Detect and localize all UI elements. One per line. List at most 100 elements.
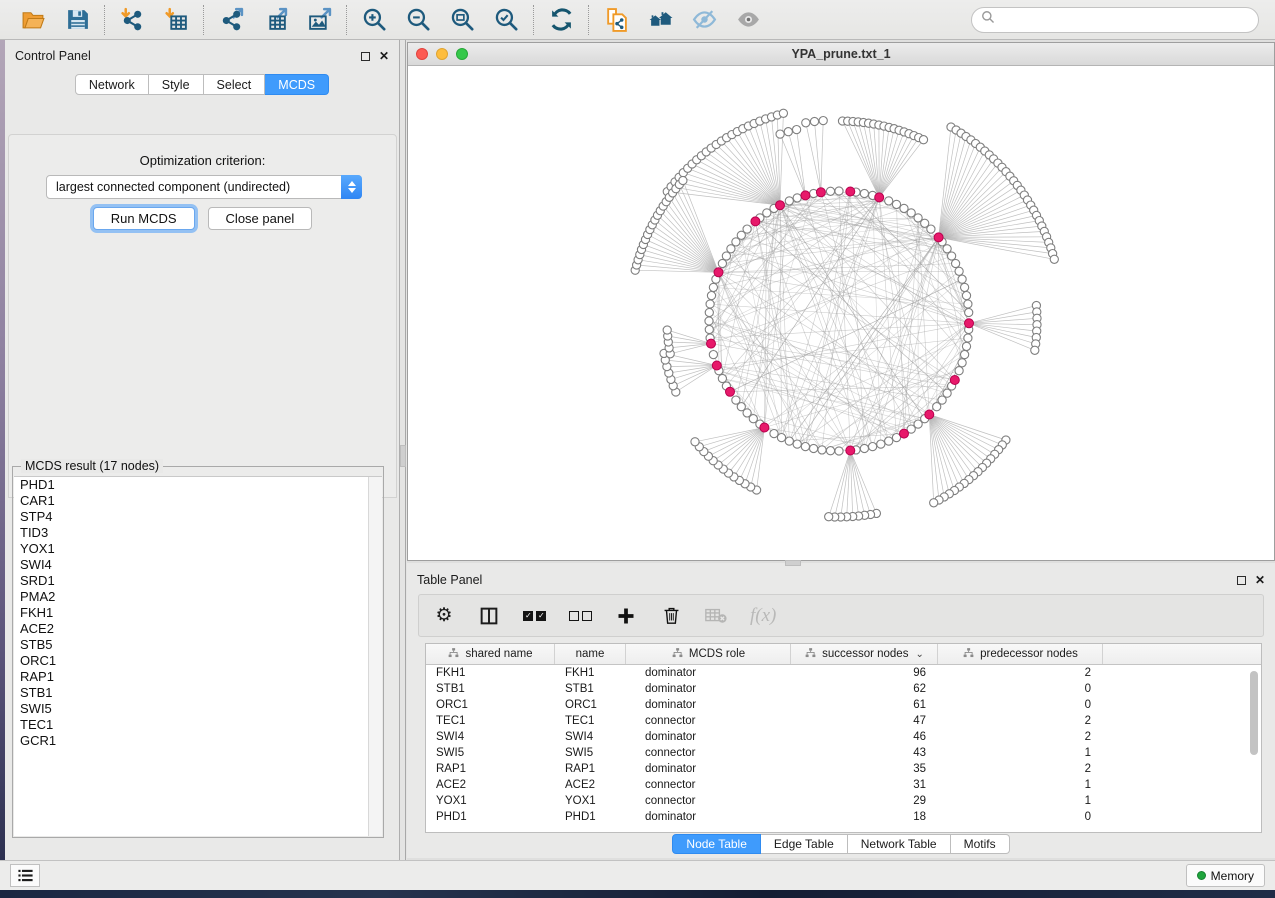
mcds-result-item[interactable]: TID3: [14, 525, 382, 541]
table-tabs: Node TableEdge TableNetwork TableMotifs: [407, 834, 1275, 854]
close-panel-icon[interactable]: ✕: [379, 51, 389, 61]
refresh-view-icon[interactable]: [547, 6, 575, 34]
column-header-shared-name[interactable]: shared name: [426, 644, 555, 664]
show-all-icon[interactable]: [734, 6, 762, 34]
float-table-panel-icon[interactable]: [1237, 576, 1246, 585]
close-window-icon[interactable]: [416, 48, 428, 60]
memory-button[interactable]: Memory: [1186, 864, 1265, 887]
node-table: shared namenameMCDS rolesuccessor nodes⌄…: [425, 643, 1262, 833]
tab-network[interactable]: Network: [75, 74, 149, 95]
network-window-titlebar[interactable]: YPA_prune.txt_1: [408, 43, 1274, 66]
mcds-result-item[interactable]: YOX1: [14, 541, 382, 557]
export-table-icon[interactable]: [261, 6, 289, 34]
table-row[interactable]: RAP1RAP1dominator352: [426, 761, 1261, 777]
cell-predecessor_nodes: 1: [938, 745, 1103, 761]
network-graph[interactable]: [408, 66, 1274, 560]
table-row[interactable]: SWI5SWI5connector431: [426, 745, 1261, 761]
deselect-all-icon[interactable]: [569, 604, 592, 628]
duplicate-network-icon[interactable]: [602, 6, 630, 34]
select-all-icon[interactable]: [523, 604, 546, 628]
cell-name: ORC1: [555, 697, 626, 713]
table-row[interactable]: ORC1ORC1dominator610: [426, 697, 1261, 713]
column-header-name[interactable]: name: [555, 644, 626, 664]
import-table-icon[interactable]: [162, 6, 190, 34]
mcds-result-item[interactable]: TEC1: [14, 717, 382, 733]
splitter-grip[interactable]: [400, 445, 406, 467]
table-panel-resize-grip[interactable]: [785, 560, 801, 566]
table-row[interactable]: SWI4SWI4dominator462: [426, 729, 1261, 745]
table-scrollbar[interactable]: [1248, 669, 1260, 829]
vertical-splitter[interactable]: [400, 40, 407, 860]
mcds-result-item[interactable]: ORC1: [14, 653, 382, 669]
minimize-window-icon[interactable]: [436, 48, 448, 60]
table-row[interactable]: PHD1PHD1dominator180: [426, 809, 1261, 825]
tab-motifs[interactable]: Motifs: [951, 834, 1010, 854]
table-scrollbar-thumb[interactable]: [1250, 671, 1258, 755]
export-network-icon[interactable]: [217, 6, 245, 34]
mcds-result-item[interactable]: FKH1: [14, 605, 382, 621]
mcds-list-scrollbar[interactable]: [368, 477, 382, 836]
import-network-icon[interactable]: [118, 6, 146, 34]
mcds-result-item[interactable]: SRD1: [14, 573, 382, 589]
tab-edge-table[interactable]: Edge Table: [761, 834, 848, 854]
mcds-result-item[interactable]: GCR1: [14, 733, 382, 749]
mcds-result-item[interactable]: PHD1: [14, 477, 382, 493]
network-canvas[interactable]: [408, 66, 1274, 560]
table-row[interactable]: STB1STB1dominator620: [426, 681, 1261, 697]
search-icon: [981, 10, 995, 29]
cell-name: TEC1: [555, 713, 626, 729]
maximize-window-icon[interactable]: [456, 48, 468, 60]
mcds-result-item[interactable]: RAP1: [14, 669, 382, 685]
float-panel-icon[interactable]: [361, 52, 370, 61]
first-neighbors-icon[interactable]: [646, 6, 674, 34]
cell-predecessor_nodes: 2: [938, 713, 1103, 729]
cell-successor_nodes: 61: [791, 697, 938, 713]
tab-node-table[interactable]: Node Table: [672, 834, 761, 854]
close-panel-button[interactable]: Close panel: [208, 207, 313, 230]
mcds-result-item[interactable]: ACE2: [14, 621, 382, 637]
table-mode-icon[interactable]: ⚙: [433, 604, 455, 628]
optimization-criterion-label: Optimization criterion:: [9, 153, 396, 168]
mcds-result-list[interactable]: PHD1CAR1STP4TID3YOX1SWI4SRD1PMA2FKH1ACE2…: [14, 476, 382, 836]
create-column-icon[interactable]: [615, 604, 637, 628]
zoom-out-icon[interactable]: [404, 6, 432, 34]
mcds-result-item[interactable]: STB5: [14, 637, 382, 653]
column-header-predecessor-nodes[interactable]: predecessor nodes: [938, 644, 1103, 664]
export-image-icon[interactable]: [305, 6, 333, 34]
column-header-MCDS-role[interactable]: MCDS role: [626, 644, 791, 664]
network-column-icon: [447, 647, 460, 662]
mcds-result-item[interactable]: CAR1: [14, 493, 382, 509]
save-session-icon[interactable]: [63, 6, 91, 34]
cell-successor_nodes: 18: [791, 809, 938, 825]
zoom-in-icon[interactable]: [360, 6, 388, 34]
table-row[interactable]: FKH1FKH1dominator962: [426, 665, 1261, 681]
delete-column-icon[interactable]: [660, 604, 682, 628]
table-row[interactable]: TEC1TEC1connector472: [426, 713, 1261, 729]
table-row[interactable]: YOX1YOX1connector291: [426, 793, 1261, 809]
show-columns-icon[interactable]: [478, 604, 500, 628]
search-box[interactable]: [971, 7, 1259, 33]
tab-style[interactable]: Style: [149, 74, 204, 95]
search-input[interactable]: [1001, 13, 1249, 27]
tab-network-table[interactable]: Network Table: [848, 834, 951, 854]
tab-mcds[interactable]: MCDS: [265, 74, 329, 95]
cell-mcds_role: connector: [626, 793, 791, 809]
table-row[interactable]: ACE2ACE2connector311: [426, 777, 1261, 793]
mcds-result-item[interactable]: PMA2: [14, 589, 382, 605]
tab-select[interactable]: Select: [204, 74, 266, 95]
mcds-result-item[interactable]: SWI4: [14, 557, 382, 573]
close-table-panel-icon[interactable]: ✕: [1255, 575, 1265, 585]
hide-selected-icon[interactable]: [690, 6, 718, 34]
zoom-fit-icon[interactable]: [448, 6, 476, 34]
cell-shared_name: TEC1: [426, 713, 555, 729]
zoom-selected-icon[interactable]: [492, 6, 520, 34]
mcds-result-item[interactable]: STB1: [14, 685, 382, 701]
mcds-result-item[interactable]: SWI5: [14, 701, 382, 717]
column-header-successor-nodes[interactable]: successor nodes⌄: [791, 644, 938, 664]
run-mcds-button[interactable]: Run MCDS: [93, 207, 195, 230]
cell-mcds_role: dominator: [626, 729, 791, 745]
open-session-icon[interactable]: [19, 6, 47, 34]
show-log-button[interactable]: [10, 864, 40, 887]
criterion-dropdown[interactable]: largest connected component (undirected): [46, 175, 362, 199]
mcds-result-item[interactable]: STP4: [14, 509, 382, 525]
